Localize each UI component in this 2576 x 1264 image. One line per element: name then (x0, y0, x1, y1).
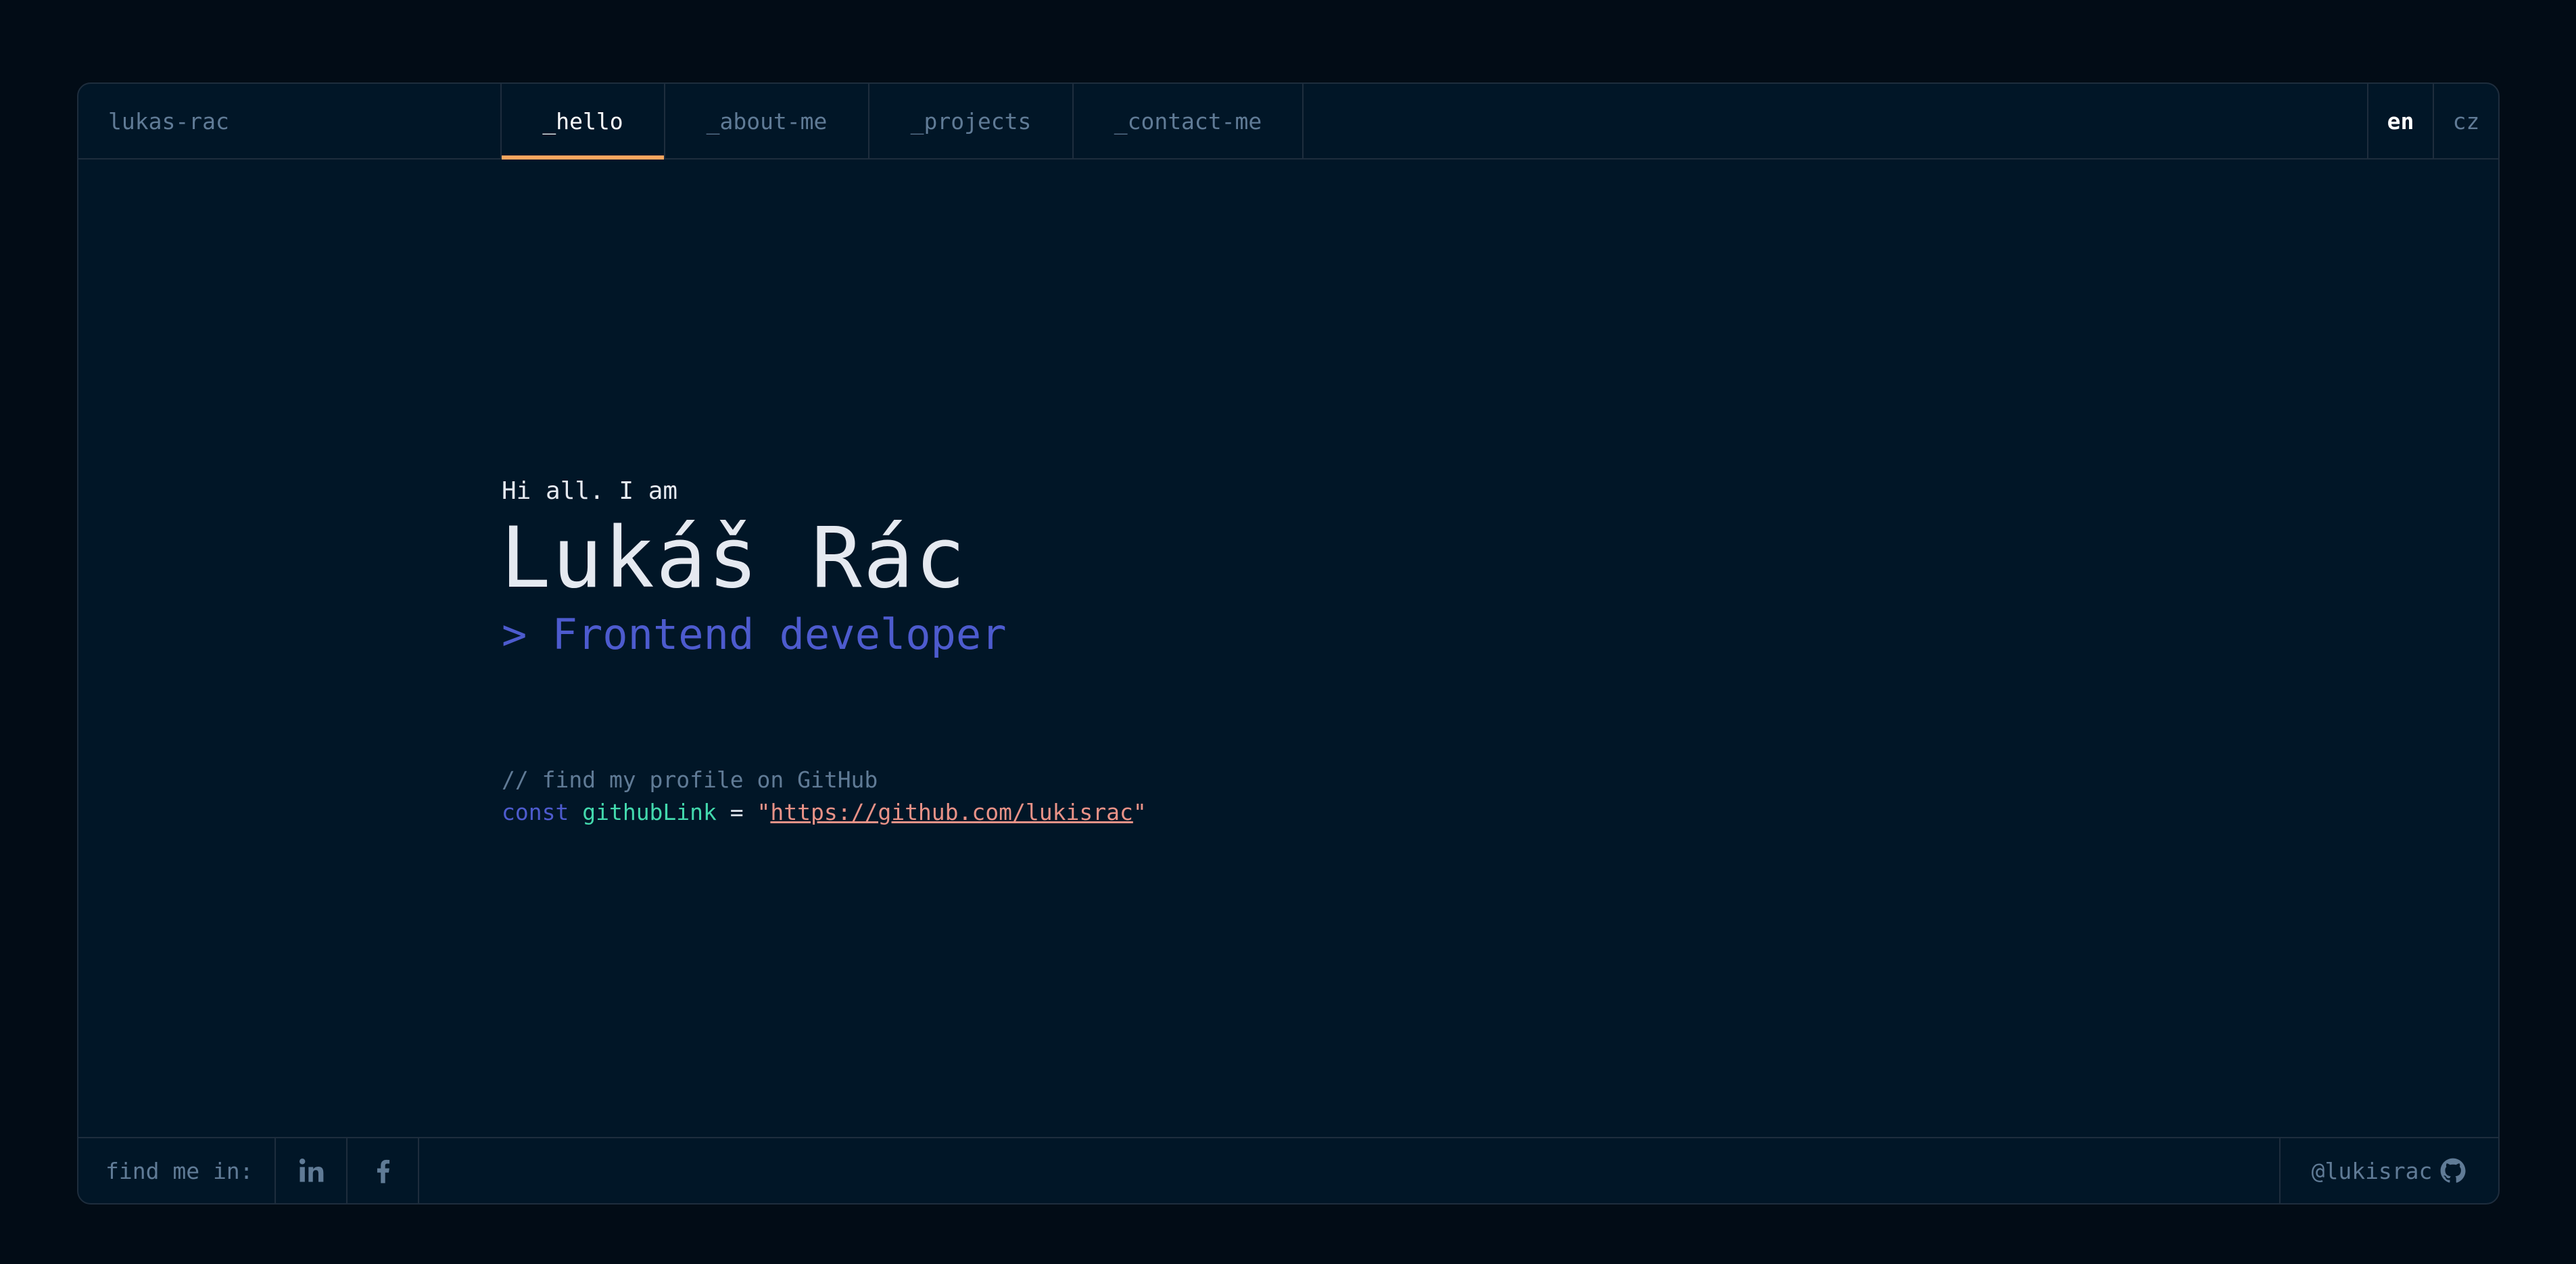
tab-contact-me[interactable]: _contact-me (1072, 84, 1304, 158)
language-cz[interactable]: cz (2433, 84, 2498, 158)
tab-hello[interactable]: _hello (500, 84, 664, 160)
code-variable: githubLink (582, 799, 717, 825)
portfolio-window: lukas-rac _hello _about-me _projects _co… (77, 82, 2500, 1205)
code-comment: // find my profile on GitHub (502, 767, 878, 793)
code-operator: = (716, 799, 757, 825)
linkedin-link[interactable] (276, 1138, 348, 1203)
github-link[interactable]: https://github.com/lukisrac (770, 799, 1132, 825)
find-me-label: find me in: (78, 1138, 276, 1203)
tab-projects[interactable]: _projects (868, 84, 1072, 158)
github-profile-link[interactable]: @lukisrac (2279, 1138, 2498, 1203)
facebook-icon (377, 1159, 390, 1184)
greeting-text: Hi all. I am (502, 477, 678, 505)
github-icon (2441, 1158, 2466, 1183)
developer-role: > Frontend developer (502, 610, 1007, 659)
code-keyword: const (502, 799, 569, 825)
brand-name: lukas-rac (108, 107, 229, 135)
github-handle: @lukisrac (2311, 1157, 2433, 1184)
footer-spacer (419, 1138, 2279, 1203)
code-quote-open: " (757, 799, 771, 825)
code-line: const githubLink = "https://github.com/l… (502, 799, 1147, 825)
language-en[interactable]: en (2367, 84, 2433, 158)
tab-about-me[interactable]: _about-me (664, 84, 868, 158)
developer-name: Lukáš Rác (500, 510, 967, 607)
footer: find me in: @lukisrac (78, 1137, 2498, 1203)
top-navigation: lukas-rac _hello _about-me _projects _co… (78, 84, 2498, 160)
linkedin-icon (299, 1159, 324, 1182)
facebook-link[interactable] (348, 1138, 419, 1203)
code-quote-close: " (1132, 799, 1147, 825)
